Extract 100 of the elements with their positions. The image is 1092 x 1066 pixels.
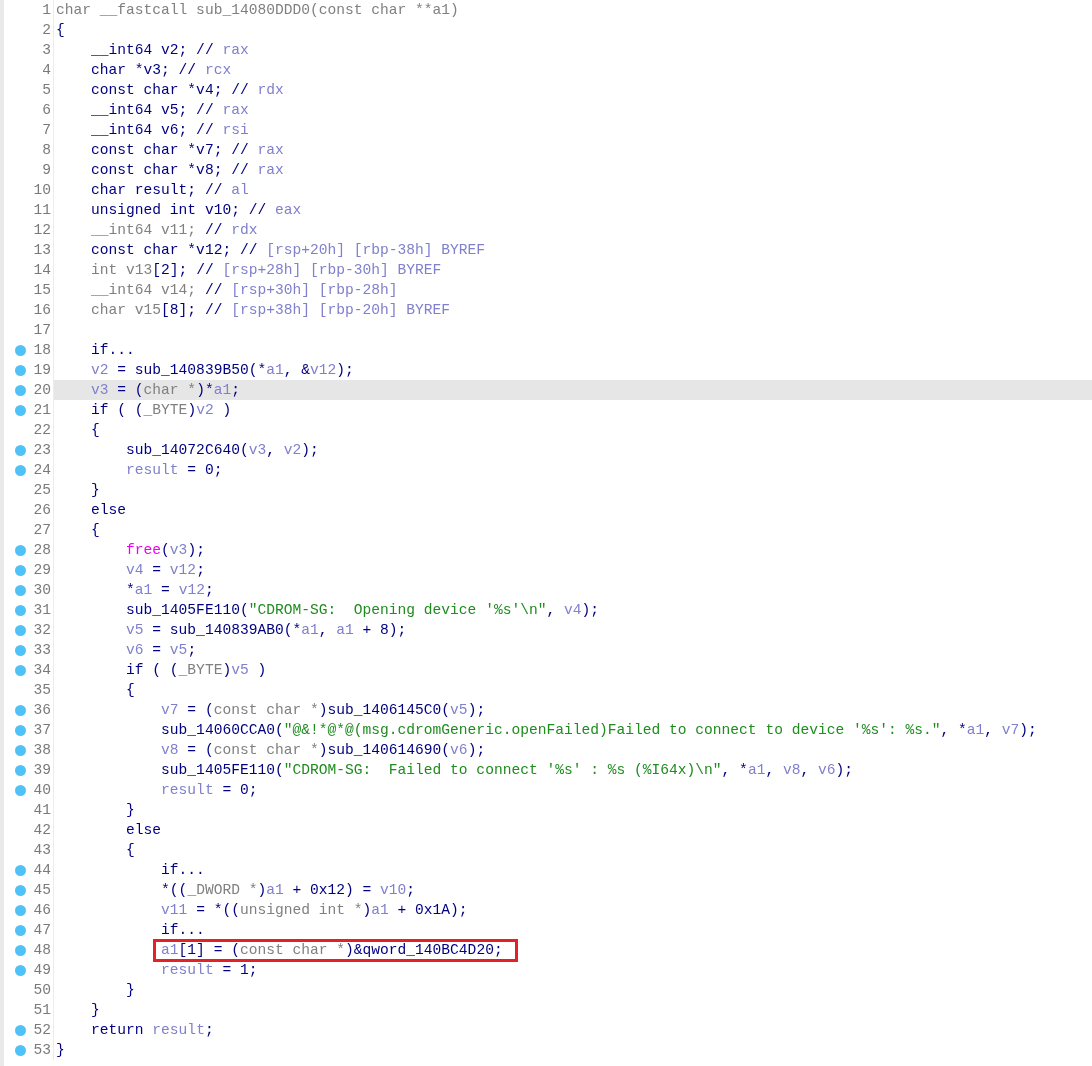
line-number: 21: [33, 401, 51, 420]
line-number: 19: [33, 361, 51, 380]
breakpoint-dot-icon[interactable]: [15, 604, 26, 616]
code-line: if...: [91, 342, 135, 358]
line-number: 46: [33, 901, 51, 920]
code-line: {: [126, 842, 135, 858]
breakpoint-dot-icon[interactable]: [15, 1044, 26, 1056]
code-line: __int64 v5; // rax: [91, 102, 249, 118]
line-number: 50: [33, 981, 51, 1000]
code-line: result = 0;: [161, 782, 258, 798]
line-number: 6: [42, 101, 51, 120]
code-line: }: [126, 802, 135, 818]
breakpoint-dot-icon[interactable]: [15, 644, 26, 656]
line-number: 31: [33, 601, 51, 620]
breakpoint-dot-icon[interactable]: [15, 944, 26, 956]
breakpoint-dot-icon[interactable]: [15, 344, 26, 356]
line-number: 45: [33, 881, 51, 900]
code-line: else: [126, 822, 162, 838]
code-line: }: [126, 982, 135, 998]
line-number: 1: [42, 1, 51, 20]
breakpoint-dot-icon[interactable]: [15, 544, 26, 556]
breakpoint-dot-icon[interactable]: [15, 964, 26, 976]
code-line: v11 = *((unsigned int *)a1 + 0x1A);: [161, 902, 468, 918]
line-number: 49: [33, 961, 51, 980]
code-line: }: [56, 1042, 65, 1058]
line-number: 40: [33, 781, 51, 800]
code-line: unsigned int v10; // eax: [91, 202, 302, 218]
code-line: v3 = (char *)*a1;: [91, 382, 240, 398]
line-number: 16: [33, 301, 51, 320]
code-line: sub_14060CCA0("@&!*@*@(msg.cdromGeneric.openFailed)Failed to connect to device '%s': %s.", *a1, v7);: [161, 722, 1037, 738]
code-line: *a1 = v12;: [126, 582, 214, 598]
code-line: return result;: [91, 1022, 214, 1038]
breakpoint-dot-icon[interactable]: [15, 924, 26, 936]
breakpoint-dot-icon[interactable]: [15, 464, 26, 476]
code-line: }: [91, 482, 100, 498]
code-line: v4 = v12;: [126, 562, 205, 578]
breakpoint-dot-icon[interactable]: [15, 384, 26, 396]
breakpoint-dot-icon[interactable]: [15, 444, 26, 456]
code-line: if ( (_BYTE)v2 ): [91, 402, 232, 418]
code-line: __int64 v11; // rdx: [91, 222, 258, 238]
line-number: 42: [33, 821, 51, 840]
breakpoint-dot-icon[interactable]: [15, 764, 26, 776]
line-number: 39: [33, 761, 51, 780]
code-line: v6 = v5;: [126, 642, 197, 658]
code-line: const char *v8; // rax: [91, 162, 284, 178]
line-number: 23: [33, 441, 51, 460]
breakpoint-dot-icon[interactable]: [15, 624, 26, 636]
line-number: 32: [33, 621, 51, 640]
code-line: char *v3; // rcx: [91, 62, 232, 78]
line-number: 48: [33, 941, 51, 960]
code-line: result = 1;: [161, 962, 258, 978]
breakpoint-dot-icon[interactable]: [15, 884, 26, 896]
breakpoint-dot-icon[interactable]: [15, 364, 26, 376]
breakpoint-dot-icon[interactable]: [15, 744, 26, 756]
code-line: {: [56, 22, 65, 38]
line-number: 14: [33, 261, 51, 280]
code-line: sub_1405FE110("CDROM-SG: Failed to connect '%s' : %s (%I64x)\n", *a1, v8, v6);: [161, 762, 853, 778]
code-line: v8 = (const char *)sub_140614690(v6);: [161, 742, 486, 758]
code-line: }: [91, 1002, 100, 1018]
breakpoint-dot-icon[interactable]: [15, 704, 26, 716]
code-line: free(v3);: [126, 542, 205, 558]
breakpoint-dot-icon[interactable]: [15, 904, 26, 916]
code-line: result = 0;: [126, 462, 223, 478]
line-number: 36: [33, 701, 51, 720]
line-number: 5: [42, 81, 51, 100]
line-number: 3: [42, 41, 51, 60]
line-number: 53: [33, 1041, 51, 1060]
breakpoint-dot-icon[interactable]: [15, 584, 26, 596]
line-number: 28: [33, 541, 51, 560]
breakpoint-dot-icon[interactable]: [15, 404, 26, 416]
breakpoint-dot-icon[interactable]: [15, 664, 26, 676]
line-number: 33: [33, 641, 51, 660]
code-line: sub_14072C640(v3, v2);: [126, 442, 319, 458]
code-line: {: [126, 682, 135, 698]
line-number: 51: [33, 1001, 51, 1020]
breakpoint-dot-icon[interactable]: [15, 724, 26, 736]
line-number: 24: [33, 461, 51, 480]
line-number: 37: [33, 721, 51, 740]
code-line: char v15[8]; // [rsp+38h] [rbp-20h] BYREF: [91, 302, 451, 318]
code-line: __int64 v6; // rsi: [91, 122, 249, 138]
code-line: char __fastcall sub_14080DDD0(const char **a1): [56, 2, 459, 18]
breakpoint-dot-icon[interactable]: [15, 1024, 26, 1036]
line-number: 27: [33, 521, 51, 540]
code-line: char result; // al: [91, 182, 249, 198]
line-number: 17: [33, 321, 51, 340]
code-line: if...: [161, 922, 205, 938]
code-line: *((_DWORD *)a1 + 0x12) = v10;: [161, 882, 416, 898]
line-number: 41: [33, 801, 51, 820]
breakpoint-dot-icon[interactable]: [15, 864, 26, 876]
code-line: v5 = sub_140839AB0(*a1, a1 + 8);: [126, 622, 407, 638]
breakpoint-dot-icon[interactable]: [15, 784, 26, 796]
line-number: 12: [33, 221, 51, 240]
line-number: 10: [33, 181, 51, 200]
code-line: v7 = (const char *)sub_1406145C0(v5);: [161, 702, 486, 718]
line-number: 4: [42, 61, 51, 80]
code-line: {: [91, 522, 100, 538]
code-line: v2 = sub_140839B50(*a1, &v12);: [91, 362, 354, 378]
line-number: 43: [33, 841, 51, 860]
breakpoint-dot-icon[interactable]: [15, 564, 26, 576]
line-number: 47: [33, 921, 51, 940]
